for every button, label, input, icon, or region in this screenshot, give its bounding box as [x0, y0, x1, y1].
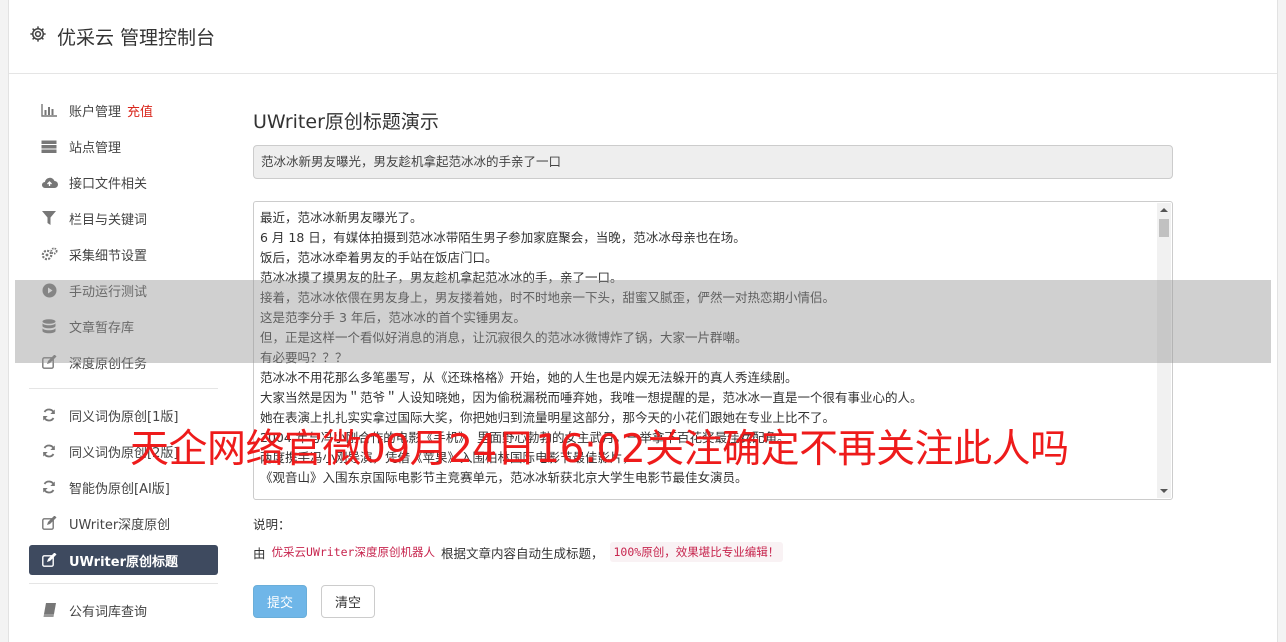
generated-title-field[interactable]: 范冰冰新男友曝光，男友趁机拿起范冰冰的手亲了一口	[253, 145, 1173, 179]
sidebar-item-label: 接口文件相关	[69, 176, 148, 192]
top-bar: 优采云 管理控制台	[9, 0, 1277, 74]
article-line: 大家当然是因为＂范爷＂人设知晓她，因为偷税漏税而唾弃她，我唯一想提醒的是，范冰冰…	[260, 390, 923, 405]
recharge-link[interactable]: 充值	[127, 101, 153, 120]
refresh-icon	[39, 479, 59, 495]
sidebar-item-label: UWriter原创标题	[69, 554, 178, 570]
sidebar-item-label: 采集细节设置	[69, 248, 148, 264]
edit-icon	[39, 552, 59, 568]
overlay-band	[15, 280, 1271, 363]
sidebar-item-ai-rewrite[interactable]: 智能伪原创[AI版]	[29, 469, 218, 505]
sidebar-item-label: 账户管理	[69, 104, 122, 120]
article-line: 6 月 18 日，有媒体拍摄到范冰冰带陌生男子参加家庭聚会，当晚，范冰冰母亲也在…	[260, 230, 746, 245]
gear-icon	[29, 25, 57, 48]
edit-icon	[39, 515, 59, 531]
cloud-upload-icon	[39, 174, 59, 190]
refresh-icon	[39, 407, 59, 423]
sidebar-item-uwriter-title[interactable]: UWriter原创标题	[29, 545, 218, 575]
form-actions: 提交 清空	[253, 585, 1173, 618]
sidebar-item-interface-files[interactable]: 接口文件相关	[29, 164, 218, 200]
note-prefix: 由	[253, 545, 266, 561]
note-highlight: 100%原创，效果堪比专业编辑！	[609, 542, 784, 562]
article-line: 饭后，范冰冰牵着男友的手站在饭店门口。	[260, 250, 498, 265]
sidebar-divider	[29, 583, 218, 584]
article-line: 范冰冰不用花那么多笔墨写，从《还珠格格》开始，她的人生也是内娱无法躲开的真人秀连…	[260, 370, 798, 385]
article-line: 最近，范冰冰新男友曝光了。	[260, 210, 423, 225]
scrollbar-thumb[interactable]	[1159, 219, 1169, 237]
bar-chart-icon	[39, 102, 59, 118]
page-title: UWriter原创标题演示	[253, 111, 439, 133]
app-brand[interactable]: 优采云 管理控制台	[29, 23, 215, 50]
sidebar-item-columns-keywords[interactable]: 栏目与关键词	[29, 200, 218, 236]
note-robot-name: 优采云UWriter深度原创机器人	[271, 545, 435, 559]
cogs-icon	[39, 246, 59, 262]
note-label: 说明：	[253, 517, 291, 532]
note-text: 由 优采云UWriter深度原创机器人 根据文章内容自动生成标题， 100%原创…	[253, 542, 1173, 562]
filter-icon	[39, 210, 59, 226]
sidebar-item-account[interactable]: 账户管理 充值	[29, 92, 218, 128]
sidebar-item-uwriter-deep[interactable]: UWriter深度原创	[29, 505, 218, 541]
submit-button[interactable]: 提交	[253, 585, 307, 618]
book-icon	[39, 602, 59, 618]
sidebar-item-public-dictionary[interactable]: 公有词库查询	[29, 592, 218, 628]
watermark-banner: 天企网络官微09月24日16:02关注确定不再关注此人吗	[130, 427, 1069, 472]
sidebar-item-label: 站点管理	[69, 140, 122, 156]
app-title: 优采云 管理控制台	[57, 27, 216, 49]
sidebar-item-label: 智能伪原创[AI版]	[69, 481, 170, 497]
scroll-up-arrow-icon[interactable]	[1160, 208, 1168, 212]
refresh-icon	[39, 443, 59, 459]
scroll-down-arrow-icon[interactable]	[1160, 489, 1168, 493]
sidebar-item-label: 公有词库查询	[69, 604, 148, 620]
sidebar-item-label: UWriter深度原创	[69, 517, 171, 533]
clear-button[interactable]: 清空	[321, 585, 375, 618]
sidebar-divider	[29, 388, 218, 389]
server-icon	[39, 138, 59, 154]
note-middle: 根据文章内容自动生成标题，	[440, 545, 604, 561]
sidebar-item-sites[interactable]: 站点管理	[29, 128, 218, 164]
sidebar-item-collect-settings[interactable]: 采集细节设置	[29, 236, 218, 272]
sidebar-item-label: 栏目与关键词	[69, 212, 148, 228]
